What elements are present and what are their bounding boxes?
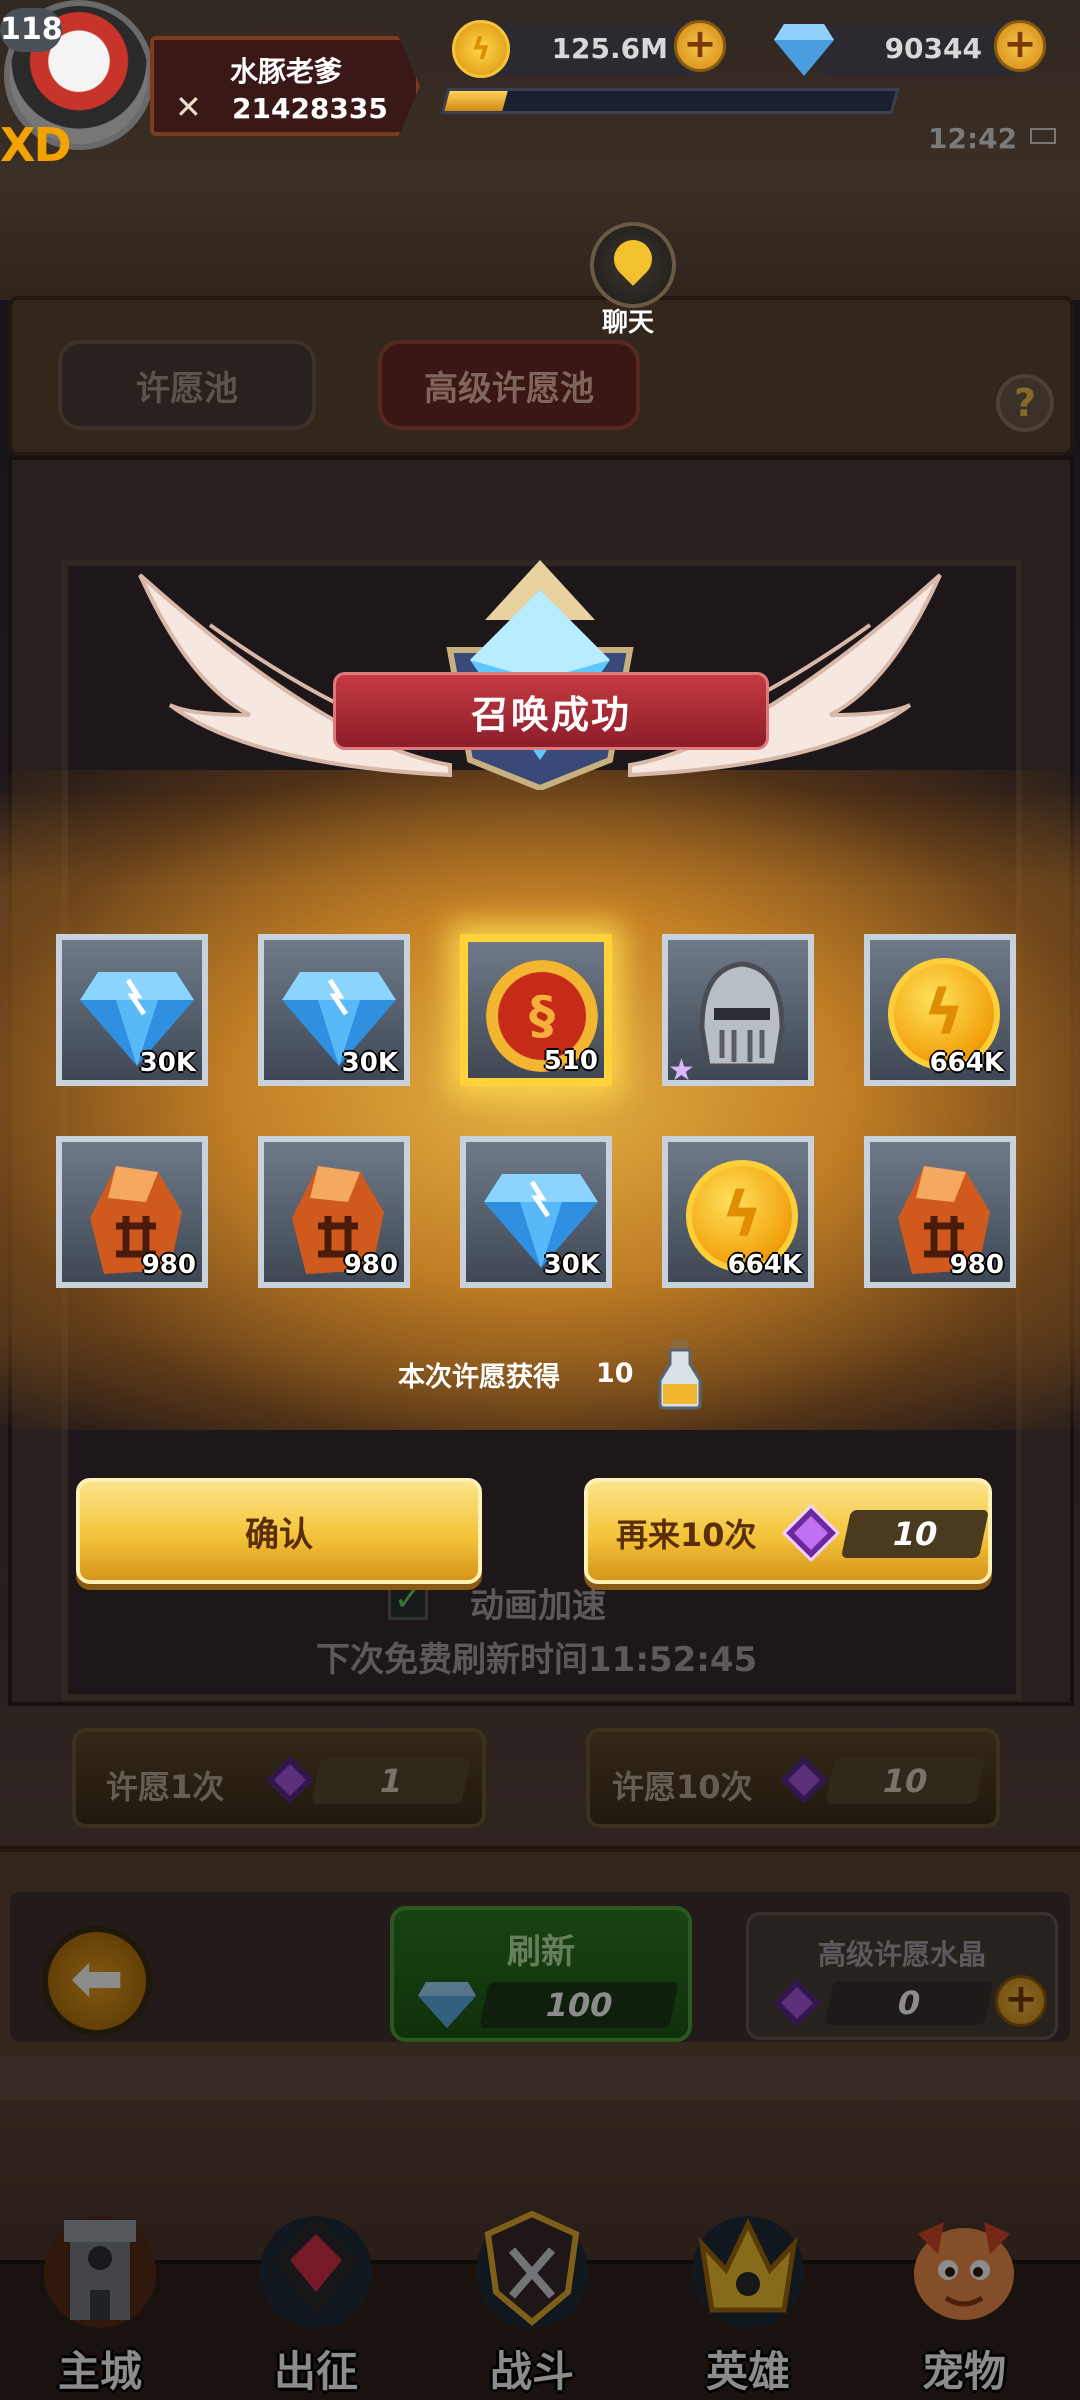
clock: 12:42 xyxy=(928,122,1018,155)
player-name: 水豚老爹 xyxy=(230,55,343,88)
wish-result-value: 10 xyxy=(596,1358,634,1389)
reward-slot[interactable]: 980 xyxy=(56,1136,208,1288)
gold-amount: 125.6M xyxy=(551,32,668,65)
combat-power: 21428335 xyxy=(232,92,388,125)
crossed-swords-icon: ✕ xyxy=(175,88,202,126)
reward-slot[interactable]: ϟ 664K xyxy=(662,1136,814,1288)
reward-quantity: 30K xyxy=(543,1250,600,1280)
reward-slot[interactable]: ★ xyxy=(662,934,814,1088)
summon-again-button[interactable]: 再来10次 10 xyxy=(584,1478,992,1584)
gold-coin-icon: ϟ xyxy=(452,20,510,78)
reward-quantity: 30K xyxy=(341,1048,398,1078)
reward-quantity: 664K xyxy=(727,1250,802,1280)
summon-again-label: 再来10次 xyxy=(616,1516,757,1554)
reward-quantity: 980 xyxy=(343,1250,398,1280)
reward-quantity: 510 xyxy=(543,1046,598,1076)
battery-icon xyxy=(1030,128,1056,144)
confirm-button[interactable]: 确认 xyxy=(76,1478,482,1584)
reward-slot[interactable]: 980 xyxy=(864,1136,1016,1288)
reward-slot[interactable]: 30K xyxy=(56,934,208,1086)
reward-slot[interactable]: 30K xyxy=(258,934,410,1086)
reward-quantity: 664K xyxy=(929,1048,1004,1078)
chat-label: 聊天 xyxy=(602,308,655,338)
reward-glow-band xyxy=(0,790,1080,1430)
reward-quantity: 980 xyxy=(949,1250,1004,1280)
reward-slot[interactable]: 980 xyxy=(258,1136,410,1288)
reward-quantity: 980 xyxy=(141,1250,196,1280)
reward-slot[interactable]: 30K xyxy=(460,1136,612,1288)
wish-crystal-icon xyxy=(782,1504,840,1562)
reward-slot[interactable]: ϟ 664K xyxy=(864,934,1016,1086)
xd-logo: XD xyxy=(0,118,72,172)
summon-again-cost: 10 xyxy=(840,1510,990,1558)
experience-fill xyxy=(444,91,508,111)
player-level: 118 xyxy=(0,8,63,52)
wish-result-label: 本次许愿获得 xyxy=(398,1362,560,1393)
add-gold-button[interactable]: + xyxy=(674,20,726,72)
diamond-amount: 90344 xyxy=(884,32,982,65)
helmet-icon xyxy=(699,961,785,1069)
add-diamond-button[interactable]: + xyxy=(994,20,1046,72)
potion-icon xyxy=(658,1340,702,1410)
reward-slot[interactable]: § 510 xyxy=(460,934,612,1086)
experience-bar xyxy=(440,88,900,114)
reward-quantity: 30K xyxy=(139,1048,196,1078)
popup-title: 召唤成功 xyxy=(333,672,769,750)
rarity-star-icon: ★ xyxy=(668,1053,695,1088)
diamond-icon xyxy=(774,24,834,76)
